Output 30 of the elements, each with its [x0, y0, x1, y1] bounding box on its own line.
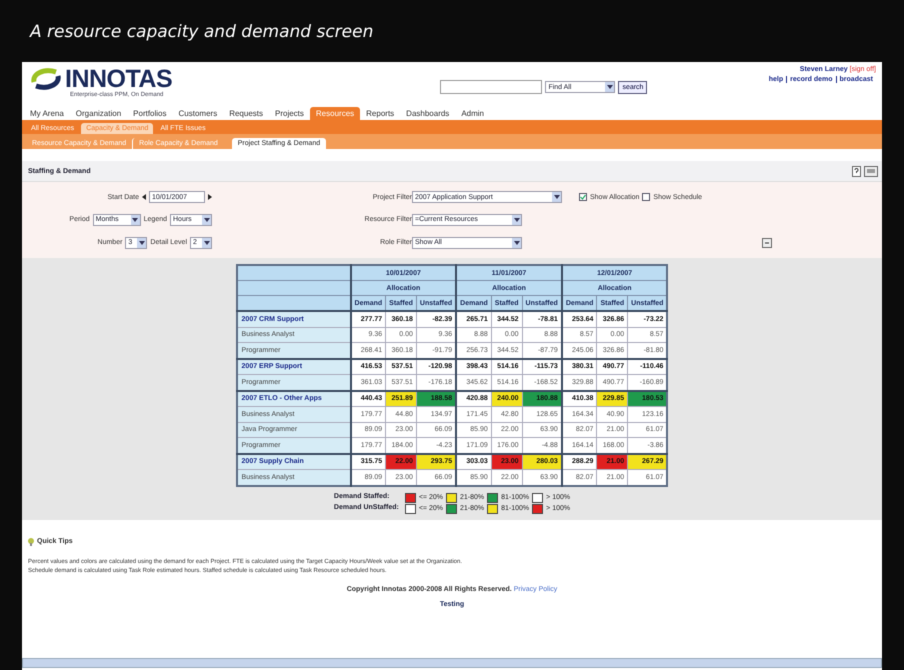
dropdown-arrow-icon[interactable]: [202, 214, 211, 225]
dropdown-arrow-icon[interactable]: [552, 192, 561, 202]
search-field[interactable]: [440, 80, 542, 94]
dropdown-arrow-icon[interactable]: [605, 82, 614, 92]
dropdown-arrow-icon[interactable]: [137, 238, 146, 248]
dropdown-arrow-icon[interactable]: [130, 214, 140, 225]
logo-icon: [30, 68, 62, 90]
nav-tab[interactable]: Requests: [223, 107, 269, 120]
dropdown-arrow-icon[interactable]: [512, 238, 521, 248]
nav-tab[interactable]: Customers: [172, 107, 224, 120]
logo-text: INNOTAS: [65, 66, 172, 92]
nav-tab[interactable]: My Arena: [24, 107, 70, 120]
scrollbar[interactable]: [22, 658, 882, 668]
go-icon[interactable]: [762, 238, 772, 248]
checkbox[interactable]: [642, 193, 650, 202]
nav-tab[interactable]: Reports: [360, 107, 400, 120]
nav-tab[interactable]: Admin: [455, 107, 490, 120]
previous-icon[interactable]: [142, 194, 146, 200]
nav-tab[interactable]: Organization: [70, 107, 128, 120]
bulb-icon: [28, 538, 34, 546]
next-icon[interactable]: [208, 194, 212, 200]
nav-tab[interactable]: Projects: [269, 107, 310, 120]
nav-tab[interactable]: Dashboards: [400, 107, 456, 120]
dropdown-arrow-icon[interactable]: [202, 238, 211, 248]
nav-tab[interactable]: Portfolios: [127, 107, 173, 120]
dropdown-arrow-icon[interactable]: [512, 214, 521, 225]
help-icon[interactable]: [852, 166, 861, 176]
caption: A resource capacity and demand screen: [28, 21, 374, 44]
print-icon[interactable]: [864, 166, 878, 176]
checkbox[interactable]: [579, 193, 587, 202]
